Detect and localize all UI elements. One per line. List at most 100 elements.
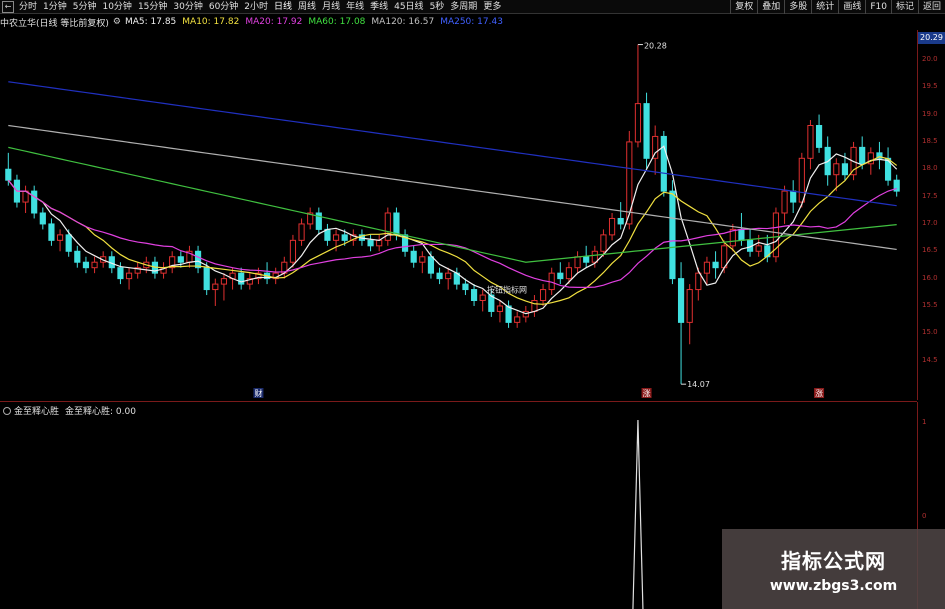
price-tick: 20.0 (922, 54, 938, 63)
candle (48, 218, 55, 246)
chart-divider[interactable] (0, 401, 917, 402)
badge-label[interactable]: 财 (254, 388, 262, 398)
price-tick: 18.0 (922, 164, 938, 173)
back-icon[interactable]: ← (2, 0, 14, 13)
candle (74, 245, 81, 268)
candle (496, 300, 504, 323)
period-tab[interactable]: 45日线 (391, 0, 426, 14)
period-tab[interactable]: 5分钟 (70, 0, 100, 14)
candle (712, 251, 719, 279)
current-price-tag: 20.29 (918, 32, 945, 44)
candle (324, 223, 331, 246)
candle (246, 273, 253, 290)
toolbar-button[interactable]: 叠加 (757, 0, 784, 14)
period-tab[interactable]: 30分钟 (170, 0, 205, 14)
toolbar-button[interactable]: 画线 (838, 0, 865, 14)
candle (272, 267, 279, 285)
marker-text: 按钮指标网 (487, 284, 527, 294)
toolbar-button[interactable]: 返回 (917, 0, 945, 14)
candle (281, 256, 288, 279)
candle (401, 229, 409, 257)
period-tab[interactable]: 分时 (16, 0, 40, 14)
price-axis: 20.0 19.5 19.0 18.5 18.0 17.5 17.0 16.5 16.0 15.5… (917, 30, 945, 400)
candle (660, 130, 667, 197)
ma-value: MA60: 17.08 (308, 17, 366, 27)
toolbar-button[interactable]: 统计 (811, 0, 838, 14)
candle (505, 300, 512, 328)
badge-label[interactable]: 涨 (815, 388, 823, 398)
toolbar-actions: 复权 叠加 多股 统计 画线 F10 标记 返回 (730, 0, 945, 14)
toolbar-button[interactable]: 复权 (730, 0, 757, 14)
ma-value: MA10: 17.82 (182, 17, 240, 27)
candle (643, 92, 650, 170)
candle (772, 207, 780, 263)
period-tab[interactable]: 15分钟 (135, 0, 170, 14)
candle (169, 251, 176, 274)
candle (634, 44, 642, 148)
candle (790, 180, 797, 213)
ma-value: MA20: 17.92 (245, 17, 303, 27)
candle (410, 245, 417, 268)
top-toolbar: ← 分时 1分钟 5分钟 10分钟 15分钟 30分钟 60分钟 2小时 日线 周线 月线 年线 季线 4… (0, 0, 945, 14)
period-tab[interactable]: 5秒 (427, 0, 448, 14)
low-label: 14.07 (687, 380, 710, 389)
ma-value: MA250: 17.43 (440, 17, 503, 27)
candle (608, 213, 616, 241)
period-tab[interactable]: 10分钟 (99, 0, 134, 14)
ma-value: MA120: 16.57 (371, 17, 435, 27)
period-tab[interactable]: 日线 (271, 0, 295, 14)
period-tab[interactable]: 年线 (343, 0, 367, 14)
period-tab[interactable]: 2小时 (241, 0, 271, 14)
candlestick-chart[interactable]: 20.28 14.07 按钮指标网财 涨 涨 (0, 30, 917, 400)
candle (453, 267, 460, 290)
settings-icon[interactable]: ⚙ (113, 17, 121, 27)
indicator-spike (632, 419, 644, 609)
toolbar-button[interactable]: F10 (865, 0, 891, 14)
candle (514, 311, 521, 328)
candle (22, 185, 29, 213)
candle (479, 289, 486, 312)
sub-tick: 1 (922, 418, 927, 426)
period-tab[interactable]: 1分钟 (40, 0, 70, 14)
candle (652, 125, 659, 175)
candle (815, 114, 823, 153)
candle (686, 284, 693, 345)
price-tick: 19.0 (922, 109, 938, 118)
candle (82, 256, 90, 274)
candle (39, 207, 46, 230)
price-tick: 15.0 (922, 328, 938, 337)
price-tick: 16.0 (922, 273, 938, 282)
candle (376, 234, 383, 252)
candle (186, 245, 193, 268)
ma5-line (7, 145, 898, 315)
candle (298, 218, 305, 246)
candle (263, 262, 271, 285)
period-tab[interactable]: 60分钟 (206, 0, 241, 14)
watermark: 指标公式网 www.zbgs3.com (722, 529, 945, 609)
candle (703, 256, 711, 285)
period-tab[interactable]: 月线 (319, 0, 343, 14)
candle (746, 229, 754, 257)
period-selector: ← 分时 1分钟 5分钟 10分钟 15分钟 30分钟 60分钟 2小时 日线 周线 月线 年线 季线 4… (0, 0, 504, 14)
ma-value: MA5: 17.85 (124, 17, 177, 27)
candle (91, 256, 98, 274)
ma-info-line: 中农立华(日线 等比前复权) ⚙ MA5: 17.85 MA10: 17.82 MA… (0, 15, 513, 29)
candle (695, 267, 702, 301)
candle (307, 207, 314, 230)
candle (884, 147, 892, 186)
stock-label: 中农立华(日线 等比前复权) (0, 18, 109, 29)
candle (31, 185, 38, 219)
period-tab[interactable]: 多周期 (447, 0, 480, 14)
badge-label[interactable]: 涨 (643, 388, 651, 398)
candle (419, 251, 426, 274)
toolbar-button[interactable]: 标记 (890, 0, 918, 14)
toolbar-button[interactable]: 多股 (784, 0, 811, 14)
price-tick: 15.5 (922, 300, 938, 309)
period-tab[interactable]: 更多 (480, 0, 504, 14)
period-tab[interactable]: 周线 (295, 0, 319, 14)
candle (470, 284, 478, 306)
candle (557, 262, 564, 285)
ma-values: MA5: 17.85 MA10: 17.82 MA20: 17.92 MA60: 17… (125, 17, 509, 27)
period-tab[interactable]: 季线 (367, 0, 391, 14)
candle (367, 234, 374, 252)
